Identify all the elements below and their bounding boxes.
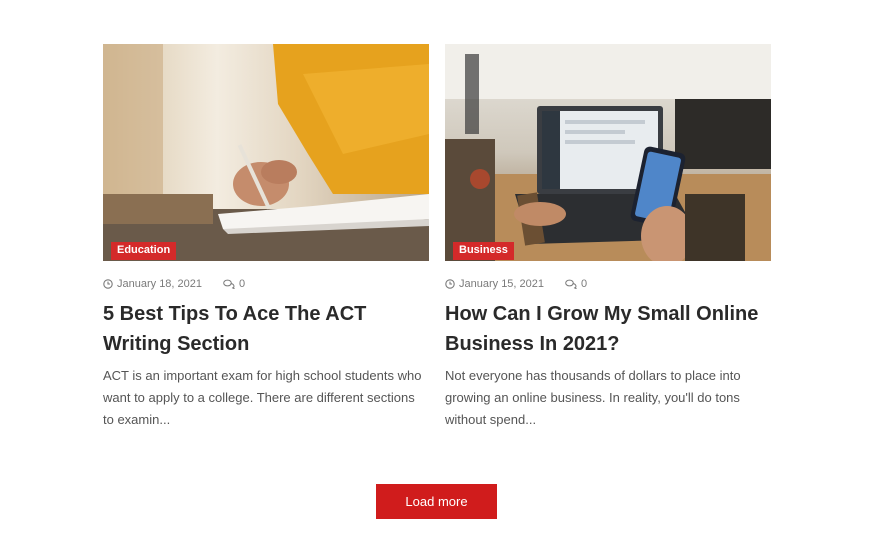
post-comment-count: 0 bbox=[239, 278, 246, 290]
post-date-text: January 15, 2021 bbox=[459, 278, 545, 290]
post-title[interactable]: How Can I Grow My Small Online Business … bbox=[445, 299, 771, 359]
post-card: Business January 15, 2021 0 How Can I Gr… bbox=[445, 44, 771, 431]
post-date: January 18, 2021 bbox=[103, 278, 202, 290]
post-meta: January 18, 2021 0 bbox=[103, 277, 429, 291]
post-thumbnail[interactable]: Business bbox=[445, 44, 771, 261]
post-title[interactable]: 5 Best Tips To Ace The ACT Writing Secti… bbox=[103, 299, 429, 359]
post-card: Education January 18, 2021 0 5 Best Tips… bbox=[103, 44, 429, 431]
post-comments[interactable]: 0 bbox=[223, 278, 245, 290]
comment-bubbles-icon bbox=[565, 279, 577, 289]
post-excerpt: ACT is an important exam for high school… bbox=[103, 368, 422, 427]
laptop-phone-image bbox=[445, 44, 771, 261]
comment-bubbles-icon bbox=[223, 279, 235, 289]
clock-icon bbox=[103, 279, 113, 289]
student-writing-image bbox=[103, 44, 429, 261]
category-badge[interactable]: Business bbox=[453, 242, 514, 260]
post-comments[interactable]: 0 bbox=[565, 278, 587, 290]
post-comment-count: 0 bbox=[581, 278, 588, 290]
post-thumbnail[interactable]: Education bbox=[103, 44, 429, 261]
category-badge[interactable]: Education bbox=[111, 242, 177, 260]
post-excerpt: Not everyone has thousands of dollars to… bbox=[445, 368, 741, 427]
post-meta: January 15, 2021 0 bbox=[445, 277, 771, 291]
clock-icon bbox=[445, 279, 455, 289]
post-date-text: January 18, 2021 bbox=[117, 278, 203, 290]
post-date: January 15, 2021 bbox=[445, 278, 544, 290]
load-more-button[interactable]: Load more bbox=[376, 484, 497, 519]
